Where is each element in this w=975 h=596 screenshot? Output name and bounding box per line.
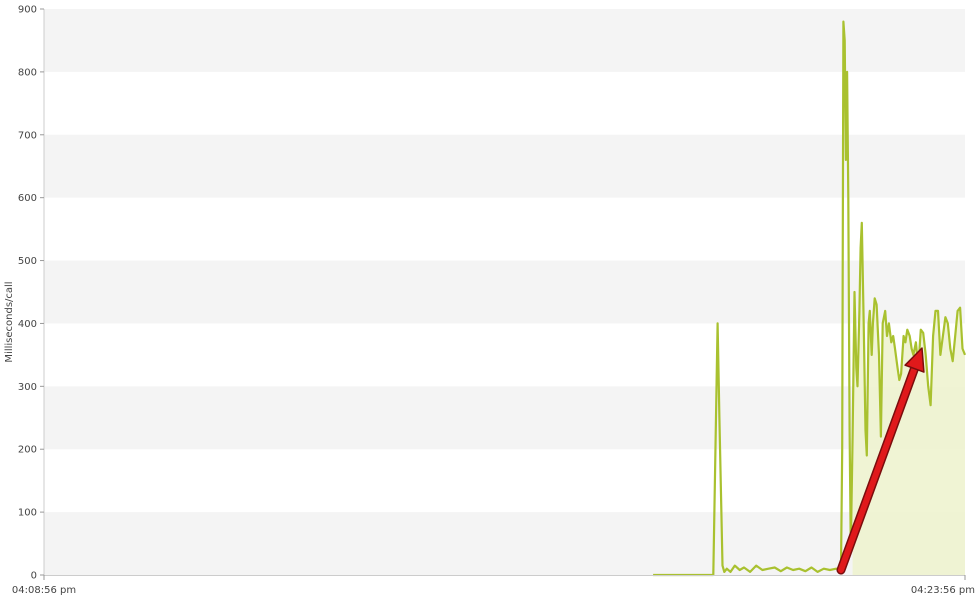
- x-tick-label: 04:23:56 pm: [911, 585, 975, 596]
- grid-band: [44, 386, 965, 450]
- x-tick-label: 04:08:56 pm: [12, 585, 76, 596]
- y-tick-label: 800: [18, 67, 37, 78]
- y-tick-label: 0: [31, 571, 37, 582]
- y-tick-label: 600: [18, 193, 37, 204]
- y-tick-label: 100: [18, 508, 37, 519]
- grid-bands: [44, 9, 965, 575]
- y-axis-ticks: 0 100 200 300 400 500 600 700 800 900: [18, 5, 44, 582]
- grid-band: [44, 260, 965, 324]
- y-tick-label: 400: [18, 319, 37, 330]
- y-tick-label: 500: [18, 256, 37, 267]
- grid-band: [44, 134, 965, 198]
- y-tick-label: 900: [18, 5, 37, 16]
- response-time-chart: 0 100 200 300 400 500 600 700 800 900 04:08:56 pm…: [4, 5, 975, 596]
- x-axis-ticks: 04:08:56 pm 04:23:56 pm: [12, 575, 975, 596]
- y-axis-title: Milliseconds/call: [4, 281, 15, 362]
- y-tick-label: 700: [18, 130, 37, 141]
- grid-band: [44, 9, 965, 72]
- y-tick-label: 200: [18, 445, 37, 456]
- grid-band: [44, 512, 965, 575]
- y-tick-label: 300: [18, 382, 37, 393]
